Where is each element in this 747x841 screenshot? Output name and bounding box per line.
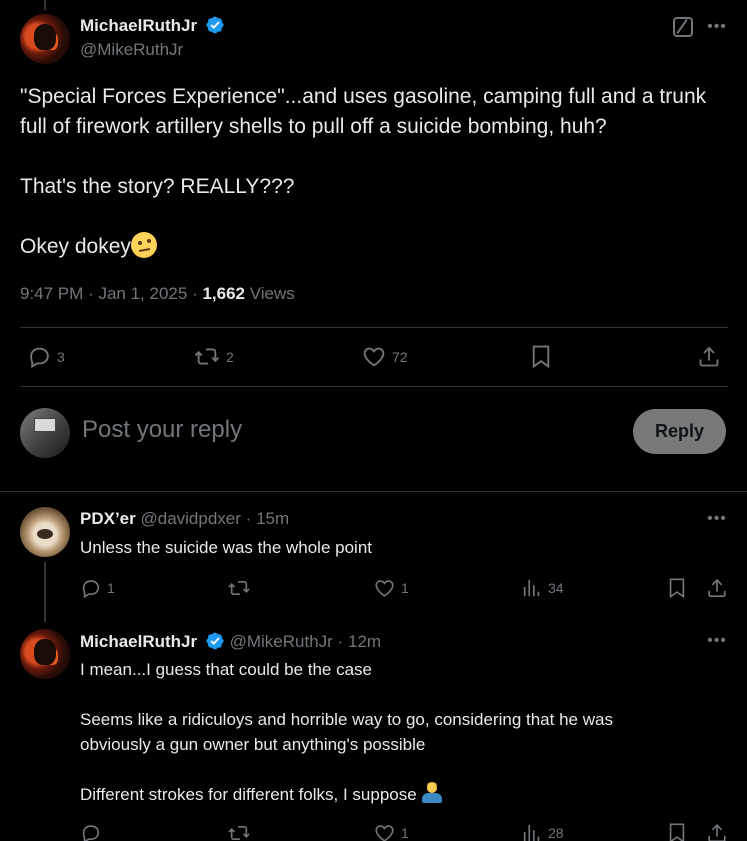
avatar-sign-graphic — [34, 418, 56, 432]
reply-action-button[interactable] — [80, 822, 107, 841]
repost-icon — [194, 348, 220, 365]
divider — [20, 327, 728, 328]
repost-icon — [228, 580, 250, 596]
avatar[interactable] — [20, 14, 70, 64]
post-text-line: That's the story? REALLY??? — [20, 175, 295, 198]
views-action-button[interactable]: 28 — [521, 822, 564, 841]
reply-header: PDX’er @davidpdxer · 15m — [80, 509, 289, 529]
reply-icon — [82, 825, 100, 841]
repost-count: 2 — [226, 348, 234, 365]
separator-dot: · — [337, 632, 344, 651]
author-handle[interactable]: @davidpdxer — [140, 509, 240, 528]
bookmark-icon — [669, 823, 685, 841]
post-text-line: "Special Forces Experience"...and uses g… — [20, 85, 707, 108]
share-icon — [699, 346, 719, 367]
reply-header: MichaelRuthJr @MikeRuthJr · 12m — [80, 631, 381, 652]
bookmark-icon — [532, 345, 550, 369]
like-count: 1 — [401, 580, 409, 596]
reply-text-line: obviously a gun owner but anything's pos… — [80, 735, 426, 754]
author-row: MichaelRuthJr — [80, 15, 225, 36]
analytics-icon — [523, 579, 540, 597]
analytics-icon — [523, 824, 540, 841]
separator-dot: · — [245, 509, 252, 528]
reply-icon — [30, 347, 49, 369]
like-action-button[interactable]: 72 — [361, 344, 408, 369]
like-count: 72 — [392, 348, 408, 365]
post-time[interactable]: 9:47 PM — [20, 284, 83, 303]
reply-text-line: Different strokes for different folks, I… — [80, 785, 417, 804]
share-icon — [708, 824, 726, 841]
avatar[interactable] — [20, 629, 70, 679]
reply-icon — [82, 580, 100, 599]
author-name[interactable]: PDX’er — [80, 509, 136, 528]
views-count: 34 — [548, 580, 564, 596]
more-options-icon[interactable]: ••• — [706, 16, 728, 38]
share-icon — [708, 579, 726, 598]
heart-icon — [363, 347, 385, 367]
reply-button[interactable]: Reply — [633, 409, 726, 454]
separator-dot: · — [88, 284, 94, 303]
divider — [20, 386, 728, 387]
reply-input[interactable]: Post your reply — [82, 416, 242, 444]
repost-icon — [228, 825, 250, 841]
current-user-avatar[interactable] — [20, 408, 70, 458]
post-date[interactable]: Jan 1, 2025 — [98, 284, 187, 303]
heart-icon — [375, 825, 394, 841]
author-handle[interactable]: @MikeRuthJr — [230, 632, 333, 651]
post-meta: 9:47 PM · Jan 1, 2025 · 1,662 Views — [20, 284, 295, 304]
more-options-icon[interactable]: ••• — [706, 630, 728, 652]
post-text-line: Okey dokey — [20, 235, 131, 258]
bookmark-icon — [669, 578, 685, 599]
share-action-button[interactable] — [706, 822, 728, 841]
bookmark-action-button[interactable] — [530, 344, 552, 369]
author-handle[interactable]: @MikeRuthJr — [80, 40, 183, 60]
thread-connector-top — [44, 0, 46, 10]
post-text-line: full of firework artillery shells to pul… — [20, 115, 607, 138]
reply-action-button[interactable]: 1 — [80, 577, 115, 599]
bookmark-action-button[interactable] — [667, 577, 687, 599]
verified-badge-icon — [206, 632, 224, 650]
separator-dot: · — [192, 284, 198, 303]
heart-icon — [375, 580, 394, 597]
more-options-icon[interactable]: ••• — [706, 508, 728, 530]
repost-action-button[interactable] — [227, 577, 256, 599]
like-count: 1 — [401, 825, 409, 841]
post-time-ago[interactable]: 12m — [348, 632, 381, 651]
repost-action-button[interactable] — [227, 822, 256, 841]
verified-badge-icon — [206, 16, 224, 34]
avatar[interactable] — [20, 507, 70, 557]
repost-action-button[interactable]: 2 — [193, 344, 234, 369]
reply-text-line: I mean...I guess that could be the case — [80, 660, 373, 679]
reply-text-line: Seems like a ridiculoys and horrible way… — [80, 710, 613, 729]
share-action-button[interactable] — [706, 577, 728, 599]
grok-icon[interactable] — [673, 17, 693, 37]
author-name[interactable]: MichaelRuthJr — [80, 16, 197, 35]
post-text: "Special Forces Experience"...and uses g… — [20, 82, 730, 262]
bookmark-action-button[interactable] — [667, 822, 687, 841]
views-count: 1,662 — [202, 284, 245, 303]
raised-eyebrow-emoji-icon — [130, 232, 157, 258]
author-name[interactable]: MichaelRuthJr — [80, 632, 197, 651]
views-label: Views — [249, 284, 295, 303]
reply-count: 1 — [107, 580, 115, 596]
reply-text: Unless the suicide was the whole point — [80, 538, 372, 557]
views-count: 28 — [548, 825, 564, 841]
shrug-emoji-icon — [421, 782, 443, 804]
reply-count: 3 — [57, 348, 65, 365]
views-action-button[interactable]: 34 — [521, 577, 564, 599]
reply-action-button[interactable]: 3 — [27, 344, 65, 369]
share-action-button[interactable] — [697, 344, 721, 369]
like-action-button[interactable]: 1 — [373, 822, 409, 841]
reply-text: I mean...I guess that could be the case … — [80, 657, 720, 807]
post-time-ago[interactable]: 15m — [256, 509, 289, 528]
thread-connector — [44, 562, 46, 622]
like-action-button[interactable]: 1 — [373, 577, 409, 599]
section-divider — [0, 491, 747, 492]
